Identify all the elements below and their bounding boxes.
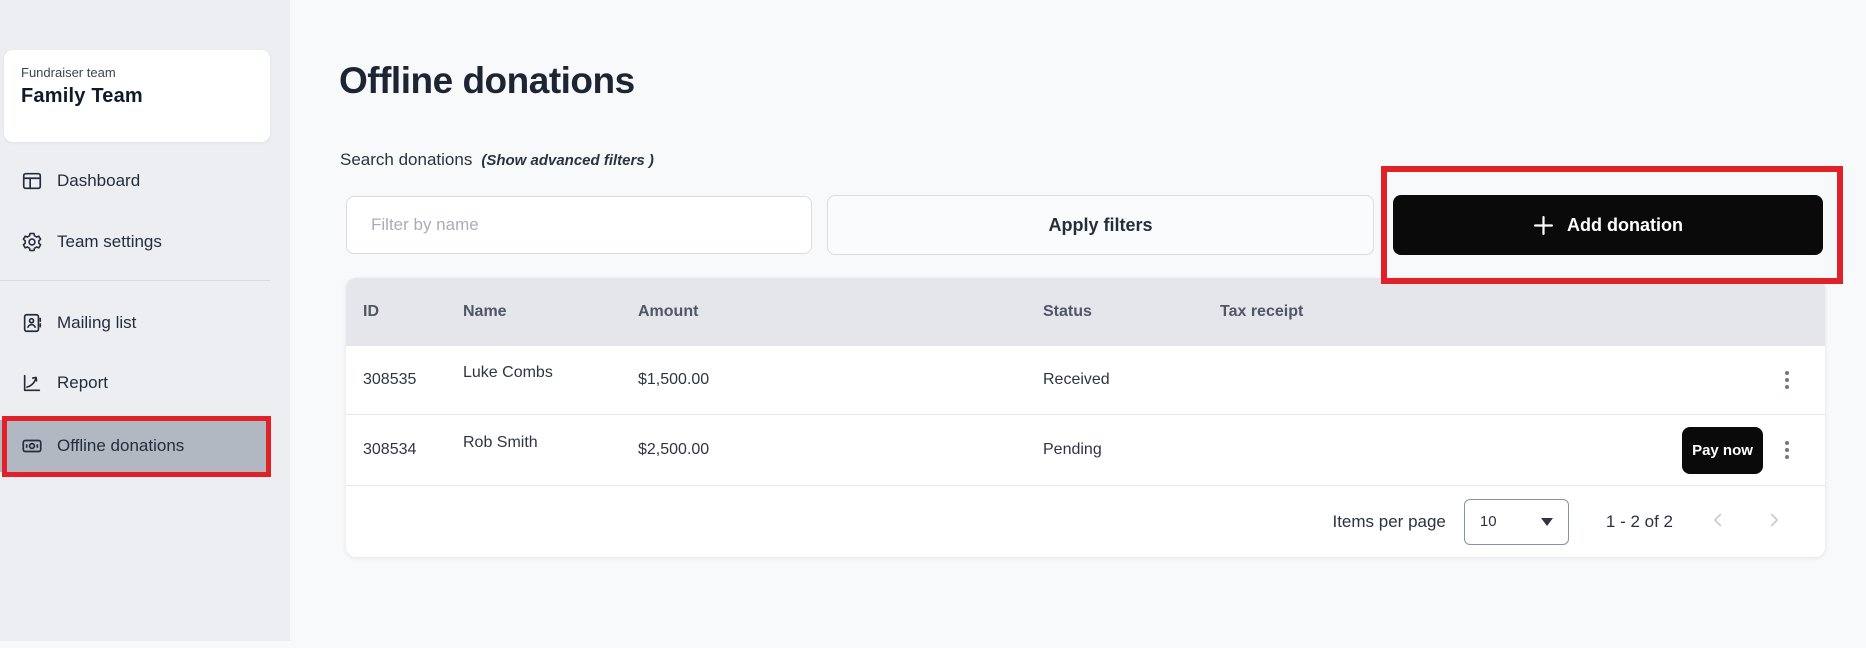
caret-down-icon <box>1541 518 1553 526</box>
team-name: Family Team <box>21 85 270 108</box>
pagination-range: 1 - 2 of 2 <box>1606 512 1673 532</box>
next-page-button[interactable] <box>1763 509 1785 534</box>
column-header-tax-receipt: Tax receipt <box>1220 303 1650 321</box>
sidebar-item-label: Team settings <box>57 232 162 252</box>
dashboard-icon <box>20 170 43 193</box>
cell-name: Rob Smith <box>463 434 638 452</box>
sidebar-item-label: Mailing list <box>57 313 136 333</box>
chevron-right-icon <box>1763 509 1785 531</box>
sidebar: Fundraiser team Family Team Dashboard Te… <box>0 0 290 641</box>
plus-icon <box>1533 215 1554 236</box>
kebab-menu-icon[interactable] <box>1779 435 1795 465</box>
chevron-left-icon <box>1707 509 1729 531</box>
sidebar-item-mailing-list[interactable]: Mailing list <box>0 297 270 349</box>
column-header-amount: Amount <box>638 303 1043 321</box>
previous-page-button[interactable] <box>1707 509 1729 534</box>
cell-id: 308535 <box>363 371 463 389</box>
sidebar-item-offline-donations[interactable]: Offline donations <box>0 420 270 472</box>
report-chart-icon <box>20 372 43 395</box>
search-donations-text: Search donations <box>340 150 472 169</box>
show-advanced-filters-link[interactable]: (Show advanced filters ) <box>481 152 654 169</box>
sidebar-item-label: Report <box>57 373 108 393</box>
cell-status: Received <box>1043 371 1220 389</box>
page-title: Offline donations <box>339 60 635 102</box>
apply-filters-button[interactable]: Apply filters <box>827 195 1374 255</box>
cell-amount: $1,500.00 <box>638 371 1043 389</box>
gear-icon <box>20 231 43 254</box>
contact-book-icon <box>20 312 43 335</box>
items-per-page-value: 10 <box>1480 513 1497 530</box>
cell-amount: $2,500.00 <box>638 441 1043 459</box>
table-header-row: ID Name Amount Status Tax receipt <box>346 278 1825 346</box>
search-donations-label: Search donations (Show advanced filters ) <box>340 150 654 170</box>
pay-now-button[interactable]: Pay now <box>1682 427 1763 474</box>
filter-by-name-input[interactable] <box>346 196 812 254</box>
items-per-page-select[interactable]: 10 <box>1464 499 1569 545</box>
team-card: Fundraiser team Family Team <box>4 50 270 142</box>
column-header-id: ID <box>363 303 463 321</box>
banknote-icon <box>20 435 43 458</box>
items-per-page-label: Items per page <box>1332 512 1445 532</box>
sidebar-divider <box>0 280 270 281</box>
column-header-status: Status <box>1043 303 1220 321</box>
donations-table: ID Name Amount Status Tax receipt 308535… <box>346 278 1825 557</box>
cell-status: Pending <box>1043 441 1220 459</box>
pagination-bar: Items per page 10 1 - 2 of 2 <box>346 485 1825 557</box>
sidebar-item-dashboard[interactable]: Dashboard <box>0 155 270 207</box>
cell-id: 308534 <box>363 441 463 459</box>
team-card-eyebrow: Fundraiser team <box>21 65 270 80</box>
sidebar-item-report[interactable]: Report <box>0 357 270 409</box>
add-donation-button[interactable]: Add donation <box>1393 195 1823 255</box>
kebab-menu-icon[interactable] <box>1779 365 1795 395</box>
cell-name: Luke Combs <box>463 364 638 382</box>
add-donation-label: Add donation <box>1567 215 1683 236</box>
table-row: 308535 Luke Combs $1,500.00 Received <box>346 346 1825 414</box>
sidebar-item-label: Offline donations <box>57 436 184 456</box>
column-header-name: Name <box>463 303 638 321</box>
sidebar-item-label: Dashboard <box>57 171 140 191</box>
table-row: 308534 Rob Smith $2,500.00 Pending Pay n… <box>346 414 1825 485</box>
sidebar-item-team-settings[interactable]: Team settings <box>0 216 270 268</box>
